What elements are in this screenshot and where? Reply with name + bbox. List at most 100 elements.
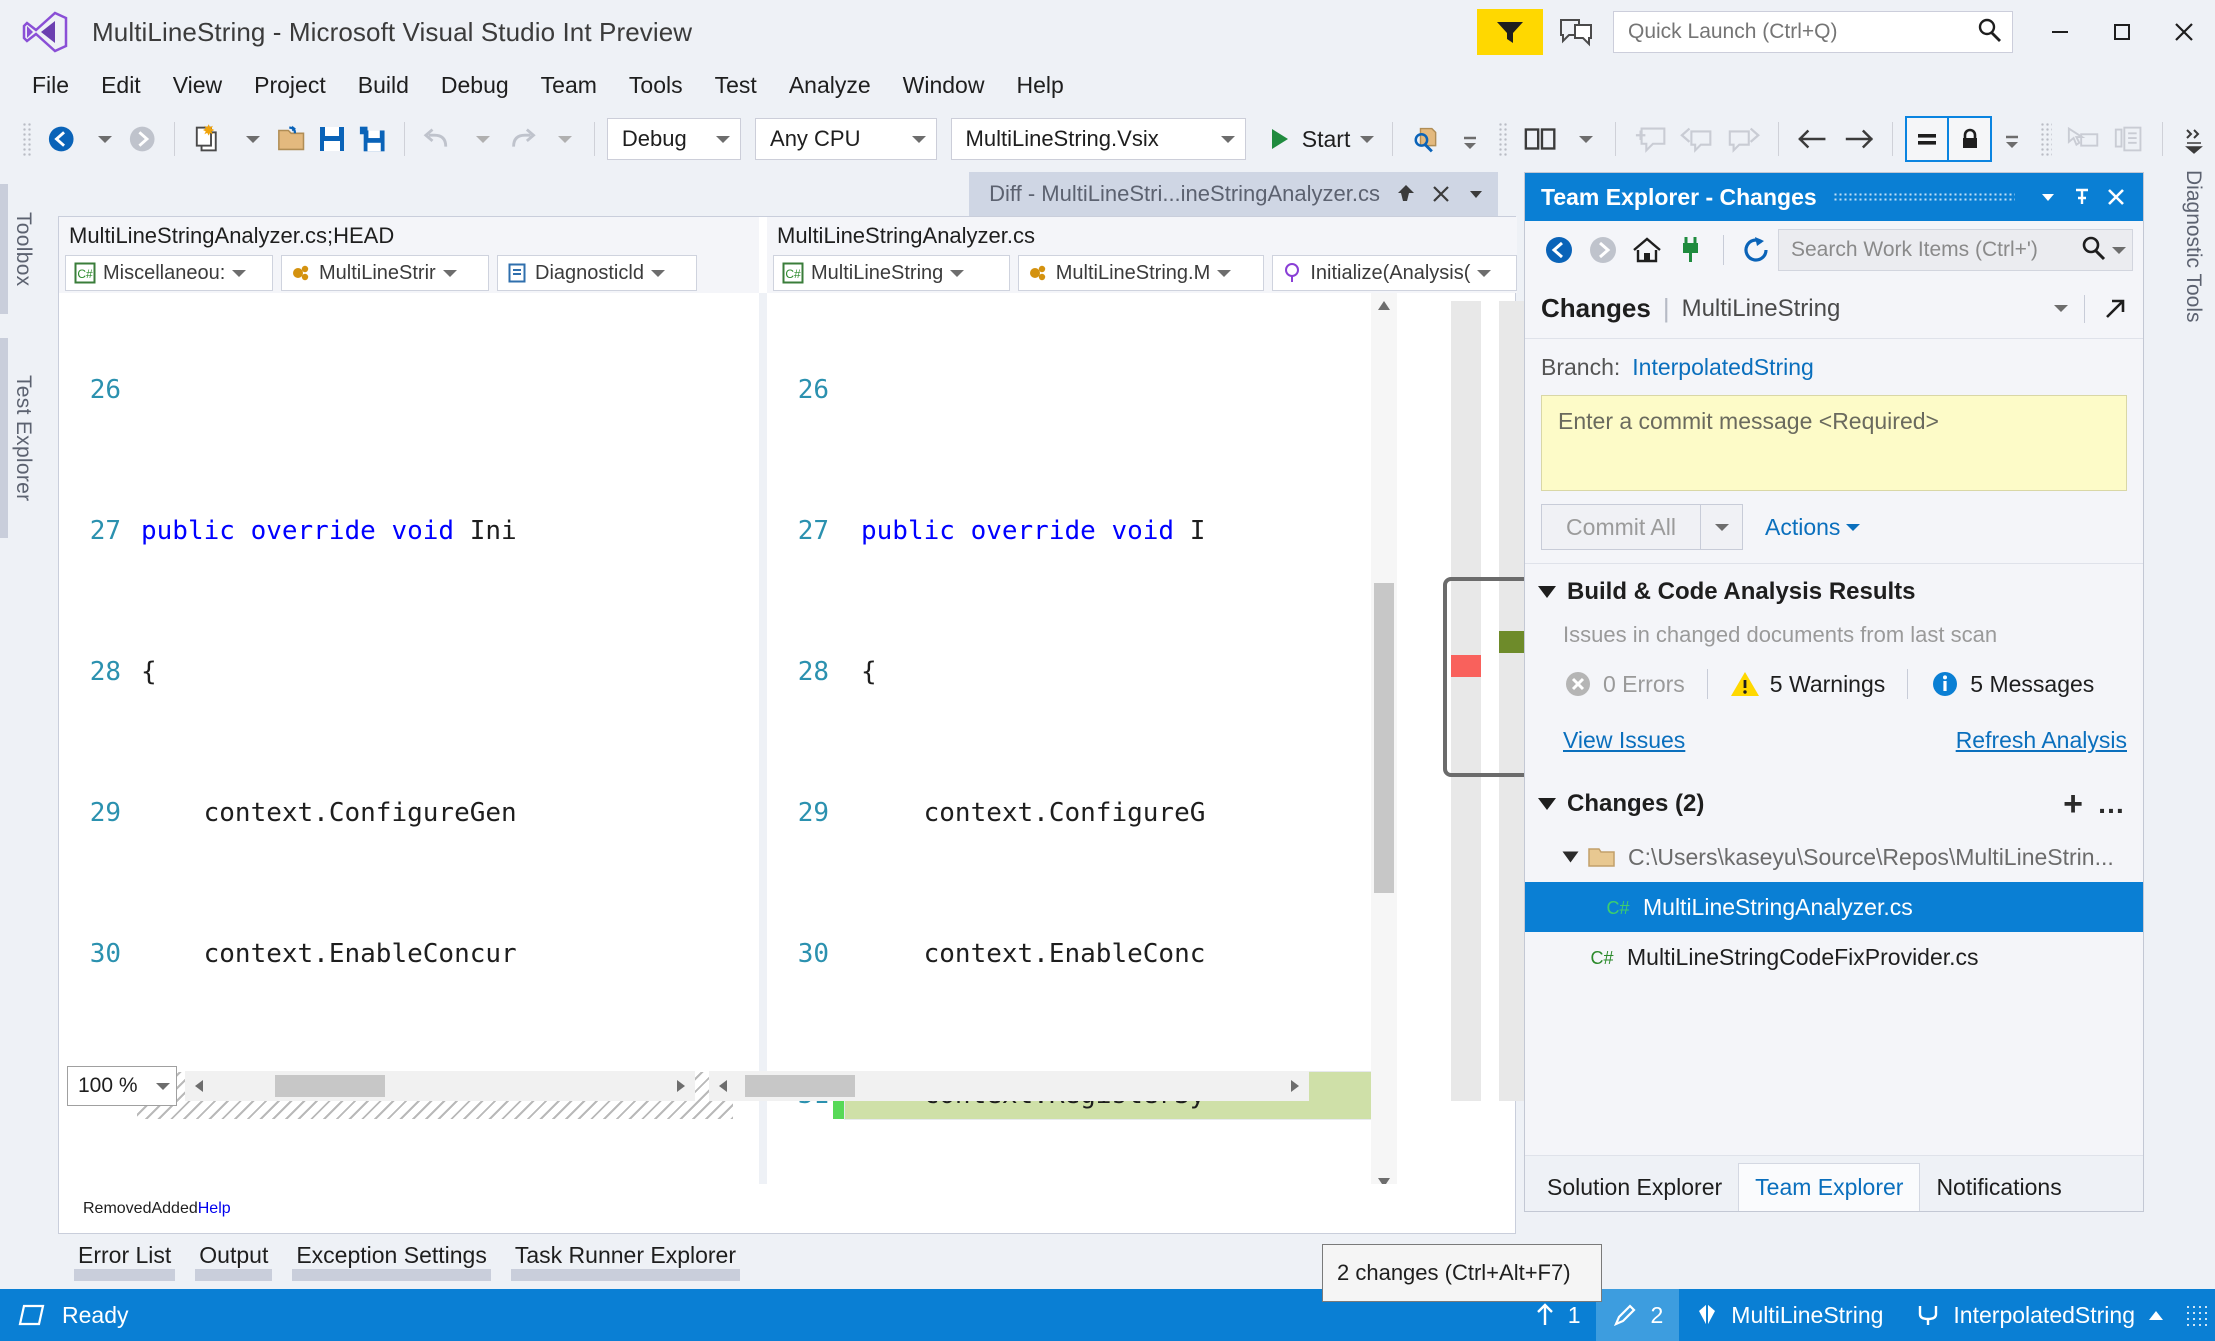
diff-right-vscrollbar[interactable] [1371, 293, 1397, 1195]
hscroll-left-arrow-icon[interactable] [185, 1071, 213, 1101]
attach-to-process-icon[interactable] [1405, 116, 1449, 162]
build-analysis-section-header[interactable]: Build & Code Analysis Results [1538, 564, 2127, 620]
undo-icon[interactable] [417, 116, 459, 162]
menu-build[interactable]: Build [342, 68, 425, 103]
bottom-tab-exception-settings[interactable]: Exception Settings [282, 1236, 501, 1281]
status-resize-grip[interactable] [2185, 1304, 2207, 1326]
menu-test[interactable]: Test [699, 68, 773, 103]
diff-right-hscrollbar[interactable] [709, 1071, 1309, 1101]
diff-right-pane[interactable]: 26 27 public override void I 28 { 29 conte… [767, 293, 1397, 1195]
te-connect-icon[interactable] [1669, 228, 1713, 272]
lock-diff-toggle[interactable] [1948, 116, 1993, 162]
diff-splitter[interactable] [759, 293, 767, 1195]
commit-all-dropdown[interactable] [1701, 504, 1743, 550]
navigate-forward-arrow-icon[interactable] [1836, 116, 1880, 162]
toolbar-grip[interactable] [22, 122, 34, 156]
path-expander-icon[interactable] [1562, 851, 1579, 863]
te-section-dropdown-icon[interactable] [2054, 305, 2068, 312]
te-open-new-window-icon[interactable] [2084, 294, 2129, 323]
side-by-side-dropdown[interactable] [1563, 116, 1603, 162]
navigate-backward-icon[interactable] [41, 116, 81, 162]
send-feedback-icon[interactable] [1553, 9, 1599, 55]
filter-icon[interactable] [1477, 9, 1543, 55]
menu-edit[interactable]: Edit [85, 68, 157, 103]
panel-drag-handle[interactable] [1832, 192, 2015, 202]
zoom-level-combo[interactable]: 100 % [67, 1066, 177, 1106]
document-tab-diff[interactable]: Diff - MultiLineStri...ineStringAnalyzer… [969, 172, 1498, 216]
tool-tab-diagnostic-tools[interactable]: Diagnostic Tools [2181, 170, 2211, 328]
maximize-button[interactable] [2091, 1, 2153, 63]
menu-view[interactable]: View [157, 68, 238, 103]
side-by-side-view-icon[interactable] [1517, 116, 1563, 162]
solution-configuration-combo[interactable]: Debug [606, 118, 742, 160]
open-file-icon[interactable] [270, 116, 312, 162]
te-home-icon[interactable] [1625, 228, 1669, 272]
panel-close-icon[interactable] [2099, 180, 2133, 214]
commit-message-input[interactable]: Enter a commit message <Required> [1541, 395, 2127, 491]
changes-repo-path-row[interactable]: C:\Users\kaseyu\Source\Repos\MultiLineSt… [1541, 832, 2127, 882]
changed-file-row[interactable]: C# MultiLineStringCodeFixProvider.cs [1525, 932, 2143, 982]
menu-analyze[interactable]: Analyze [773, 68, 887, 103]
menu-help[interactable]: Help [1000, 68, 1079, 103]
previous-comment-icon[interactable] [1674, 116, 1720, 162]
te-search-dropdown-icon[interactable] [2112, 246, 2126, 254]
commit-all-button[interactable]: Commit All [1541, 504, 1701, 550]
close-button[interactable] [2153, 1, 2215, 63]
diff-left-hscrollbar[interactable] [185, 1071, 695, 1101]
refresh-analysis-link[interactable]: Refresh Analysis [1956, 727, 2127, 754]
te-back-icon[interactable] [1537, 228, 1581, 272]
navigate-forward-icon[interactable] [122, 116, 162, 162]
inline-diff-toggle[interactable] [1904, 116, 1949, 162]
startup-project-combo[interactable]: MultiLineString.Vsix [950, 118, 1246, 160]
toolbar-grip-2[interactable] [1497, 122, 1509, 156]
navbar-member-right[interactable]: Initialize(Analysis( [1272, 255, 1517, 291]
view-issues-link[interactable]: View Issues [1563, 727, 1685, 754]
chevron-up-icon[interactable] [2147, 1302, 2165, 1329]
menu-tools[interactable]: Tools [613, 68, 699, 103]
navbar-member-left[interactable]: Diagnosticld [497, 255, 697, 291]
menu-window[interactable]: Window [887, 68, 1001, 103]
te-branch-link[interactable]: InterpolatedString [1632, 354, 1814, 381]
panel-menu-chevron-icon[interactable] [2031, 180, 2065, 214]
start-debug-button[interactable]: Start [1260, 116, 1381, 162]
legend-help-link[interactable]: Help [198, 1200, 231, 1218]
menu-team[interactable]: Team [525, 68, 613, 103]
redo-icon[interactable] [500, 116, 542, 162]
quick-launch-box[interactable] [1613, 11, 2013, 53]
scroll-up-arrow-icon[interactable] [1371, 293, 1397, 319]
add-files-icon[interactable]: + [2063, 787, 2083, 821]
bottom-tab-error-list[interactable]: Error List [64, 1236, 185, 1281]
toolbar-grip-3[interactable] [2040, 122, 2052, 156]
new-project-icon[interactable] [187, 116, 229, 162]
status-pending-changes[interactable]: 2 [1596, 1289, 1680, 1341]
diff-view-dropdown[interactable] [1992, 116, 2032, 162]
menu-project[interactable]: Project [238, 68, 342, 103]
redo-dropdown[interactable] [542, 116, 582, 162]
changes-section-header[interactable]: Changes (2) + … [1538, 776, 2127, 832]
hscroll-left-arrow-icon-right[interactable] [709, 1071, 737, 1101]
menu-debug[interactable]: Debug [425, 68, 525, 103]
navbar-type-left[interactable]: MultiLineStrir [281, 255, 489, 291]
actions-menu[interactable]: Actions [1765, 514, 1861, 541]
panel-pin-icon[interactable] [2065, 180, 2099, 214]
tool-tab-toolbox[interactable]: Toolbox [0, 184, 38, 314]
new-project-dropdown[interactable] [230, 116, 270, 162]
add-comment-icon[interactable] [1628, 116, 1674, 162]
scroll-thumb[interactable] [1374, 583, 1394, 893]
compare-files-icon[interactable] [2106, 116, 2150, 162]
hscroll-right-arrow-icon-right[interactable] [1281, 1071, 1309, 1101]
navbar-type-right[interactable]: MultiLineString.M [1017, 255, 1265, 291]
menu-file[interactable]: File [16, 68, 85, 103]
messages-group[interactable]: 5 Messages [1930, 669, 2094, 699]
te-search-box[interactable]: Search Work Items (Ctrl+') [1778, 229, 2133, 271]
hscroll-thumb-right[interactable] [745, 1075, 855, 1097]
diff-left-pane[interactable]: 26 27 public override void Ini 28 { 29 con… [59, 293, 759, 1195]
bottom-tab-task-runner-explorer[interactable]: Task Runner Explorer [501, 1236, 750, 1281]
changed-file-row-selected[interactable]: C# MultiLineStringAnalyzer.cs [1525, 882, 2143, 932]
tab-solution-explorer[interactable]: Solution Explorer [1531, 1164, 1738, 1211]
changes-expander-icon[interactable] [1538, 798, 1556, 810]
select-related-icon[interactable] [2060, 116, 2106, 162]
chevron-down-icon[interactable] [1466, 184, 1486, 204]
next-comment-icon[interactable] [1720, 116, 1766, 162]
search-icon[interactable] [2080, 235, 2106, 266]
